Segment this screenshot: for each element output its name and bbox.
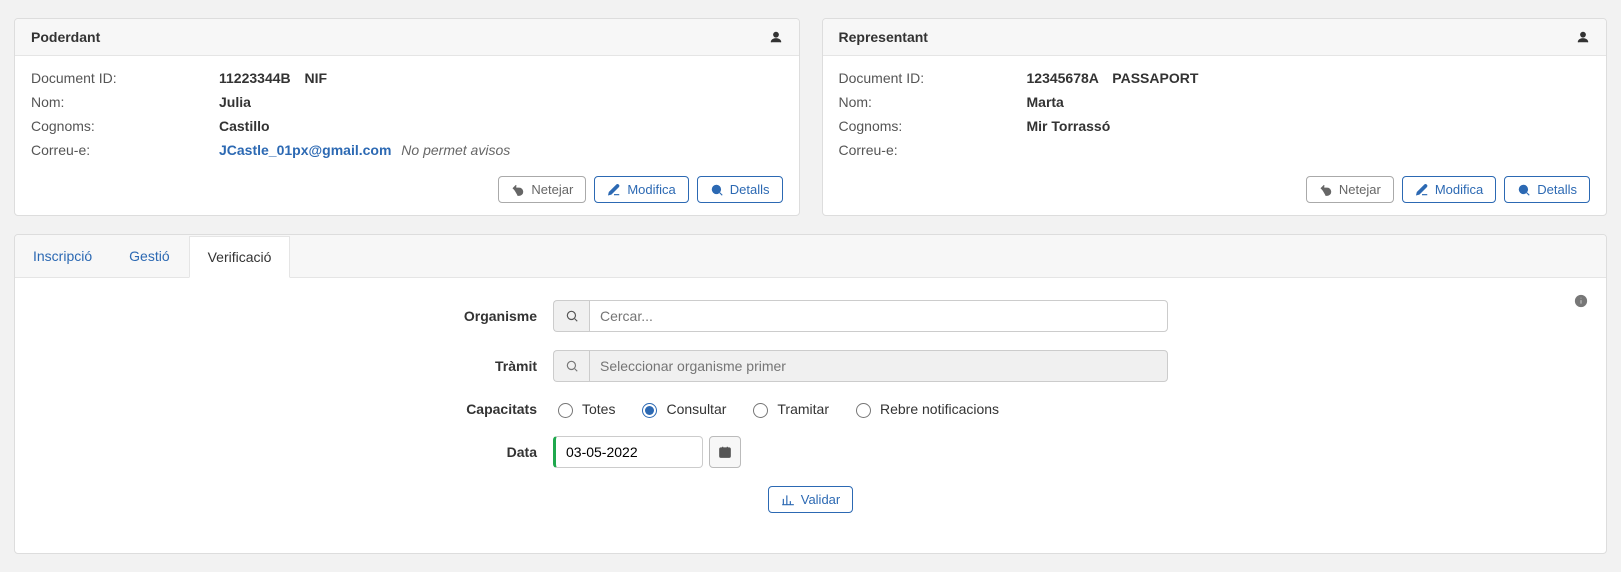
organisme-group	[553, 300, 1168, 332]
person-icon	[769, 30, 783, 44]
person-icon	[1576, 30, 1590, 44]
organisme-label: Organisme	[33, 308, 553, 324]
poderdant-title: Poderdant	[31, 29, 100, 45]
organisme-input[interactable]	[589, 300, 1168, 332]
cognoms-label: Cognoms:	[839, 118, 1027, 134]
doc-id-label: Document ID:	[839, 70, 1027, 86]
data-label: Data	[33, 444, 553, 460]
undo-icon	[1319, 183, 1333, 197]
doc-id-value: 11223344B NIF	[219, 70, 327, 86]
representant-title: Representant	[839, 29, 928, 45]
email-label: Correu-e:	[31, 142, 219, 158]
cognoms-label: Cognoms:	[31, 118, 219, 134]
nom-label: Nom:	[839, 94, 1027, 110]
detalls-button[interactable]: Detalls	[697, 176, 783, 203]
info-icon[interactable]	[1574, 294, 1588, 308]
search-icon	[553, 300, 589, 332]
email-link[interactable]: JCastle_01px@gmail.com	[219, 142, 391, 158]
tramit-input	[589, 350, 1168, 382]
detalls-button[interactable]: Detalls	[1504, 176, 1590, 203]
tabs-header: Inscripció Gestió Verificació	[15, 235, 1606, 278]
calendar-icon	[718, 445, 732, 459]
data-input[interactable]	[553, 436, 703, 468]
validar-button[interactable]: Validar	[768, 486, 854, 513]
email-label: Correu-e:	[839, 142, 1027, 158]
radio-totes[interactable]: Totes	[553, 400, 615, 418]
netejar-button[interactable]: Netejar	[498, 176, 586, 203]
nom-value: Marta	[1027, 94, 1064, 110]
tab-inscripcio[interactable]: Inscripció	[15, 236, 111, 278]
edit-icon	[607, 183, 621, 197]
search-icon	[553, 350, 589, 382]
netejar-button[interactable]: Netejar	[1306, 176, 1394, 203]
modifica-button[interactable]: Modifica	[594, 176, 688, 203]
capacitats-label: Capacitats	[33, 401, 553, 417]
search-icon	[710, 183, 724, 197]
cognoms-value: Mir Torrassó	[1027, 118, 1111, 134]
representant-header: Representant	[823, 19, 1607, 56]
tramit-group	[553, 350, 1168, 382]
radio-consultar[interactable]: Consultar	[637, 400, 726, 418]
radio-rebre[interactable]: Rebre notificacions	[851, 400, 999, 418]
tabs-card: Inscripció Gestió Verificació Organisme …	[14, 234, 1607, 554]
tab-gestio[interactable]: Gestió	[111, 236, 188, 278]
doc-id-value: 12345678A PASSAPORT	[1027, 70, 1199, 86]
representant-card: Representant Document ID: 12345678A PASS…	[822, 18, 1608, 216]
poderdant-card: Poderdant Document ID: 11223344B NIF Nom…	[14, 18, 800, 216]
cognoms-value: Castillo	[219, 118, 270, 134]
doc-id-label: Document ID:	[31, 70, 219, 86]
radio-tramitar[interactable]: Tramitar	[748, 400, 829, 418]
modifica-button[interactable]: Modifica	[1402, 176, 1496, 203]
tramit-label: Tràmit	[33, 358, 553, 374]
undo-icon	[511, 183, 525, 197]
nom-label: Nom:	[31, 94, 219, 110]
edit-icon	[1415, 183, 1429, 197]
search-icon	[1517, 183, 1531, 197]
chart-icon	[781, 493, 795, 507]
tab-verificacio[interactable]: Verificació	[189, 236, 291, 278]
poderdant-header: Poderdant	[15, 19, 799, 56]
calendar-button[interactable]	[709, 436, 741, 468]
email-value: JCastle_01px@gmail.com No permet avisos	[219, 142, 510, 158]
email-note: No permet avisos	[401, 142, 510, 158]
nom-value: Julia	[219, 94, 251, 110]
capacitats-group: Totes Consultar Tramitar Rebre notificac…	[553, 400, 999, 418]
